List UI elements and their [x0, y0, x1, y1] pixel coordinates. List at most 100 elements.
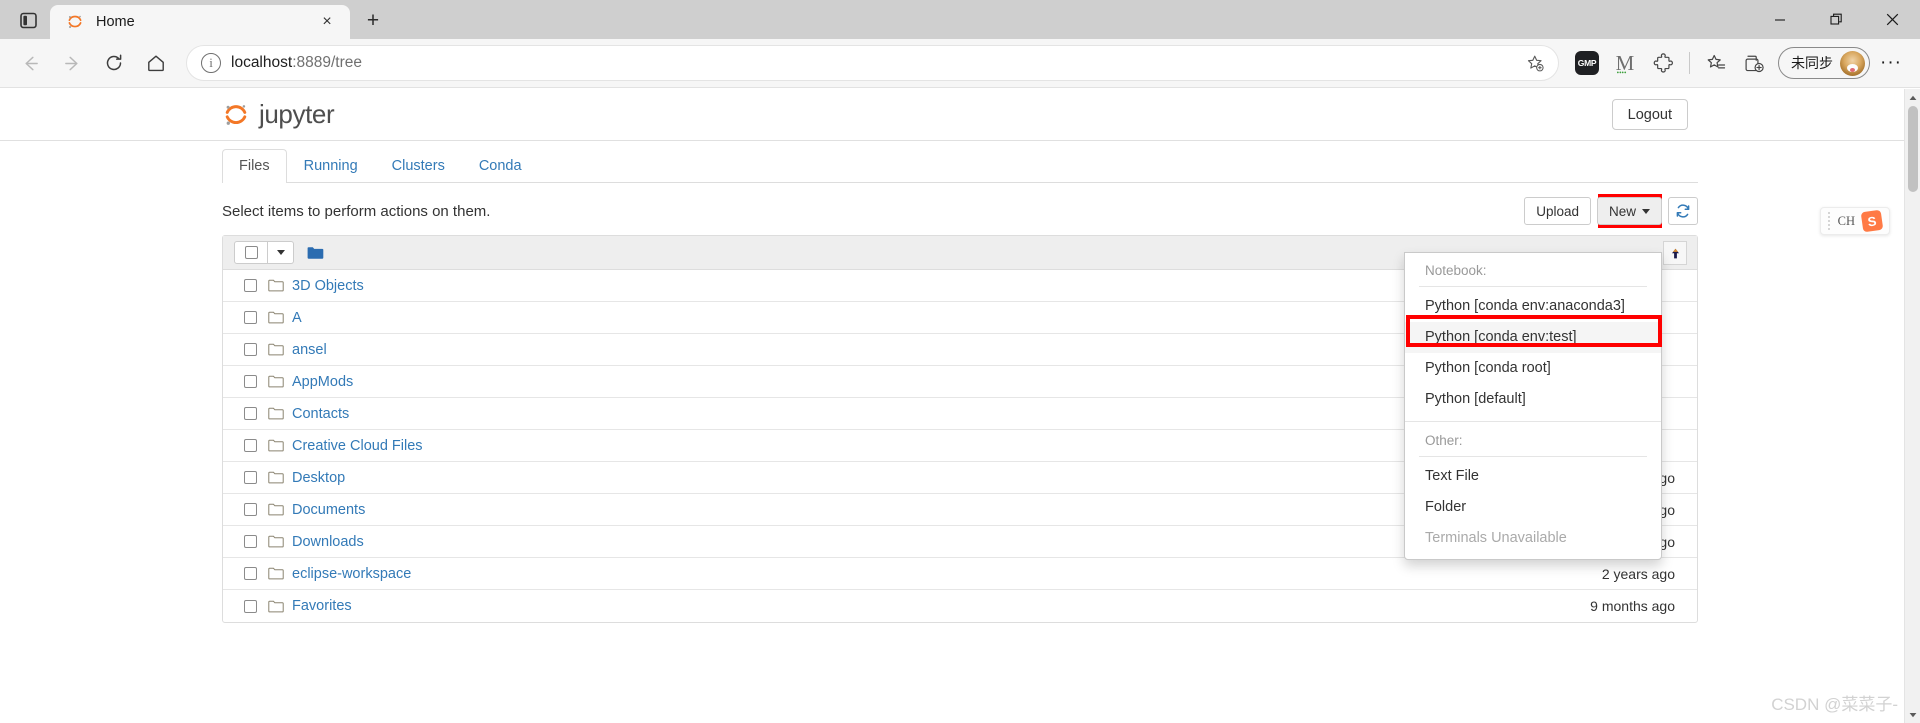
logout-button[interactable]: Logout — [1611, 99, 1688, 130]
csdn-watermark: CSDN @菜菜子- — [1771, 695, 1898, 714]
address-bar[interactable]: i localhost:8889/tree — [186, 45, 1559, 81]
jupyter-logo-icon — [222, 101, 250, 129]
file-name-link[interactable]: eclipse-workspace — [292, 566, 411, 582]
site-info-icon[interactable]: i — [201, 53, 221, 73]
row-checkbox[interactable] — [234, 567, 268, 580]
browser-tab-home[interactable]: Home × — [50, 5, 350, 39]
file-name-link[interactable]: AppMods — [292, 374, 353, 390]
sogou-logo-icon[interactable]: S — [1860, 209, 1884, 233]
menu-item-python-conda-root[interactable]: Python [conda root] — [1405, 353, 1661, 384]
jupyter-body: Files Running Clusters Conda Select item… — [0, 141, 1920, 623]
menu-item-python-anaconda3[interactable]: Python [conda env:anaconda3] — [1405, 291, 1661, 322]
menu-item-text-file[interactable]: Text File — [1405, 461, 1661, 492]
folder-outline-icon — [268, 567, 284, 580]
forward-button[interactable] — [52, 45, 92, 81]
folder-outline-icon — [268, 407, 284, 420]
tab-close-icon[interactable]: × — [314, 9, 340, 35]
sort-name-button[interactable] — [1663, 241, 1687, 265]
checkbox-box-icon — [244, 311, 257, 324]
row-checkbox[interactable] — [234, 439, 268, 452]
window-close-icon[interactable] — [1864, 0, 1920, 39]
jupyter-favicon-icon — [68, 15, 82, 28]
tab-conda[interactable]: Conda — [462, 149, 539, 183]
jupyter-logo[interactable]: jupyter — [222, 99, 335, 130]
extension-m-button[interactable]: M •••• — [1607, 45, 1643, 81]
file-name-link[interactable]: Downloads — [292, 534, 364, 550]
collections-plus-icon — [1745, 55, 1764, 72]
tab-files[interactable]: Files — [222, 148, 287, 183]
new-button[interactable]: New — [1596, 197, 1662, 225]
favorites-button[interactable] — [1698, 45, 1734, 81]
scrollbar-up-arrow-icon[interactable] — [1905, 89, 1920, 106]
header-folder-icon[interactable] — [307, 246, 324, 260]
checkbox-box-icon — [244, 343, 257, 356]
row-checkbox[interactable] — [234, 535, 268, 548]
row-checkbox[interactable] — [234, 279, 268, 292]
upload-button[interactable]: Upload — [1524, 197, 1591, 225]
menu-item-python-conda-env-test[interactable]: Python [conda env:test] — [1405, 322, 1661, 354]
row-checkbox[interactable] — [234, 599, 268, 613]
row-checkbox[interactable] — [234, 407, 268, 420]
star-plus-icon — [1527, 55, 1544, 71]
menu-item-folder[interactable]: Folder — [1405, 492, 1661, 523]
folder-outline-icon — [268, 311, 284, 324]
tab-sidebar-toggle-icon[interactable] — [6, 3, 50, 37]
profile-button[interactable]: 未同步 — [1778, 47, 1870, 79]
row-checkbox[interactable] — [234, 375, 268, 388]
file-name-link[interactable]: Contacts — [292, 406, 349, 422]
folder-icon — [268, 503, 284, 516]
back-button[interactable] — [10, 45, 50, 81]
file-name-link[interactable]: ansel — [292, 342, 327, 358]
ime-drag-handle-icon[interactable] — [1827, 212, 1831, 230]
puzzle-piece-icon — [1653, 52, 1673, 73]
reload-icon — [106, 54, 122, 71]
file-name-link[interactable]: Creative Cloud Files — [292, 438, 423, 454]
ime-indicator[interactable]: CH S — [1819, 207, 1890, 235]
arrow-left-icon — [25, 56, 38, 70]
new-tab-button[interactable]: + — [356, 5, 390, 37]
actions-row: Select items to perform actions on them.… — [222, 183, 1698, 561]
select-all-checkbox[interactable] — [234, 241, 268, 264]
table-row[interactable]: eclipse-workspace 2 years ago — [223, 558, 1697, 590]
menu-item-python-default[interactable]: Python [default] — [1405, 384, 1661, 415]
window-minimize-icon[interactable] — [1752, 0, 1808, 39]
checkbox-box-icon — [244, 439, 257, 452]
ime-language-label[interactable]: CH — [1838, 214, 1855, 229]
folder-icon — [268, 439, 284, 452]
scrollbar-down-arrow-icon[interactable] — [1905, 706, 1920, 723]
select-all-dropdown-button[interactable] — [268, 241, 294, 264]
page-scrollbar[interactable] — [1904, 89, 1920, 723]
row-checkbox[interactable] — [234, 311, 268, 324]
file-name-link[interactable]: Desktop — [292, 470, 345, 486]
collections-button[interactable] — [1736, 45, 1772, 81]
jupyter-header: jupyter Logout — [0, 89, 1920, 141]
folder-outline-icon — [268, 600, 284, 612]
file-name-link[interactable]: A — [292, 310, 302, 326]
home-button[interactable] — [136, 45, 176, 81]
row-checkbox[interactable] — [234, 471, 268, 484]
address-bar-url: localhost:8889/tree — [231, 54, 362, 71]
reload-button[interactable] — [94, 45, 134, 81]
folder-icon — [268, 471, 284, 484]
new-dropdown-menu: Notebook: Python [conda env:anaconda3] P… — [1404, 252, 1662, 561]
page-content: jupyter Logout Files Running Clusters Co… — [0, 89, 1920, 723]
extensions-button[interactable] — [1645, 45, 1681, 81]
extension-gmp-button[interactable]: GMP — [1569, 45, 1605, 81]
file-name-link[interactable]: 3D Objects — [292, 278, 364, 294]
row-checkbox[interactable] — [234, 343, 268, 356]
checkbox-box-icon — [244, 471, 257, 484]
row-checkbox[interactable] — [234, 503, 268, 516]
scrollbar-thumb[interactable] — [1908, 106, 1918, 192]
file-name-link[interactable]: Documents — [292, 502, 365, 518]
tab-clusters[interactable]: Clusters — [375, 149, 462, 183]
file-name-link[interactable]: Favorites — [292, 598, 352, 614]
window-maximize-icon[interactable] — [1808, 0, 1864, 39]
add-favorite-icon[interactable] — [1520, 48, 1550, 78]
table-row[interactable]: Favorites 9 months ago — [223, 590, 1697, 622]
folder-outline-icon — [268, 343, 284, 356]
chevron-down-icon — [1909, 712, 1916, 717]
browser-settings-menu-button[interactable]: ··· — [1872, 45, 1910, 81]
jupyter-mark-icon — [225, 104, 247, 125]
refresh-button[interactable] — [1668, 197, 1698, 225]
tab-running[interactable]: Running — [287, 149, 375, 183]
